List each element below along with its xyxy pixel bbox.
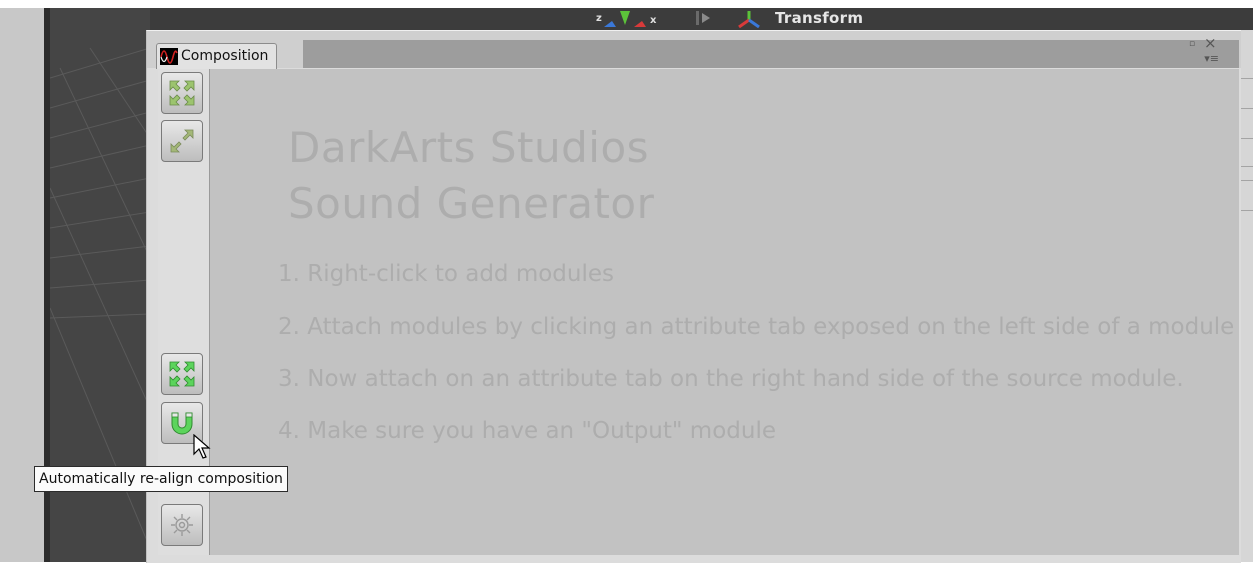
- tab-bar-fill: [303, 40, 1239, 68]
- expand-all-button[interactable]: [161, 72, 203, 114]
- gear-icon: [171, 514, 193, 536]
- gizmo-separator: [696, 11, 699, 25]
- instruction-step-3: 3. Now attach on an attribute tab on the…: [278, 366, 1184, 392]
- gizmo-z-label: z: [596, 13, 602, 24]
- foldout-arrow-icon: [702, 13, 710, 23]
- axis-gizmo[interactable]: z x: [590, 9, 710, 27]
- window-controls: ▫ ×: [1189, 35, 1219, 52]
- gizmo-z-axis: [604, 21, 616, 27]
- gizmo-y-axis: [620, 11, 630, 25]
- composition-window: Composition ▫ × ▾≡ DarkArts Studios Soun…: [146, 30, 1241, 563]
- maximize-icon[interactable]: ▫: [1189, 38, 1195, 50]
- collapse-all-button[interactable]: [161, 120, 203, 162]
- waveform-icon: [160, 48, 178, 65]
- gizmo-x-axis: [634, 21, 646, 27]
- transform-label[interactable]: Transform: [775, 9, 863, 27]
- instruction-step-4: 4. Make sure you have an "Output" module: [278, 418, 776, 444]
- watermark-title: DarkArts Studios: [288, 123, 650, 172]
- watermark-subtitle: Sound Generator: [288, 179, 655, 228]
- settings-button[interactable]: [161, 504, 203, 546]
- instruction-step-2: 2. Attach modules by clicking an attribu…: [278, 314, 1235, 340]
- instruction-step-1: 1. Right-click to add modules: [278, 261, 615, 287]
- realign-tooltip: Automatically re-align composition: [34, 466, 288, 492]
- transform-icon: [738, 11, 760, 28]
- expand-arrows-icon: [169, 80, 195, 106]
- gizmo-x-label: x: [650, 15, 657, 26]
- close-icon[interactable]: ×: [1204, 35, 1217, 51]
- tab-bar: Composition ▫ × ▾≡: [147, 31, 1241, 69]
- composition-canvas[interactable]: DarkArts Studios Sound Generator 1. Righ…: [209, 69, 1239, 555]
- mouse-cursor-icon: [193, 434, 211, 459]
- tab-label: Composition: [181, 48, 269, 64]
- window-menu-icon[interactable]: ▾≡: [1204, 53, 1219, 64]
- collapse-arrows-icon: [170, 129, 194, 153]
- tab-composition[interactable]: Composition: [156, 43, 278, 69]
- expand-button-green[interactable]: [161, 353, 203, 395]
- expand-arrows-green-icon: [169, 361, 195, 387]
